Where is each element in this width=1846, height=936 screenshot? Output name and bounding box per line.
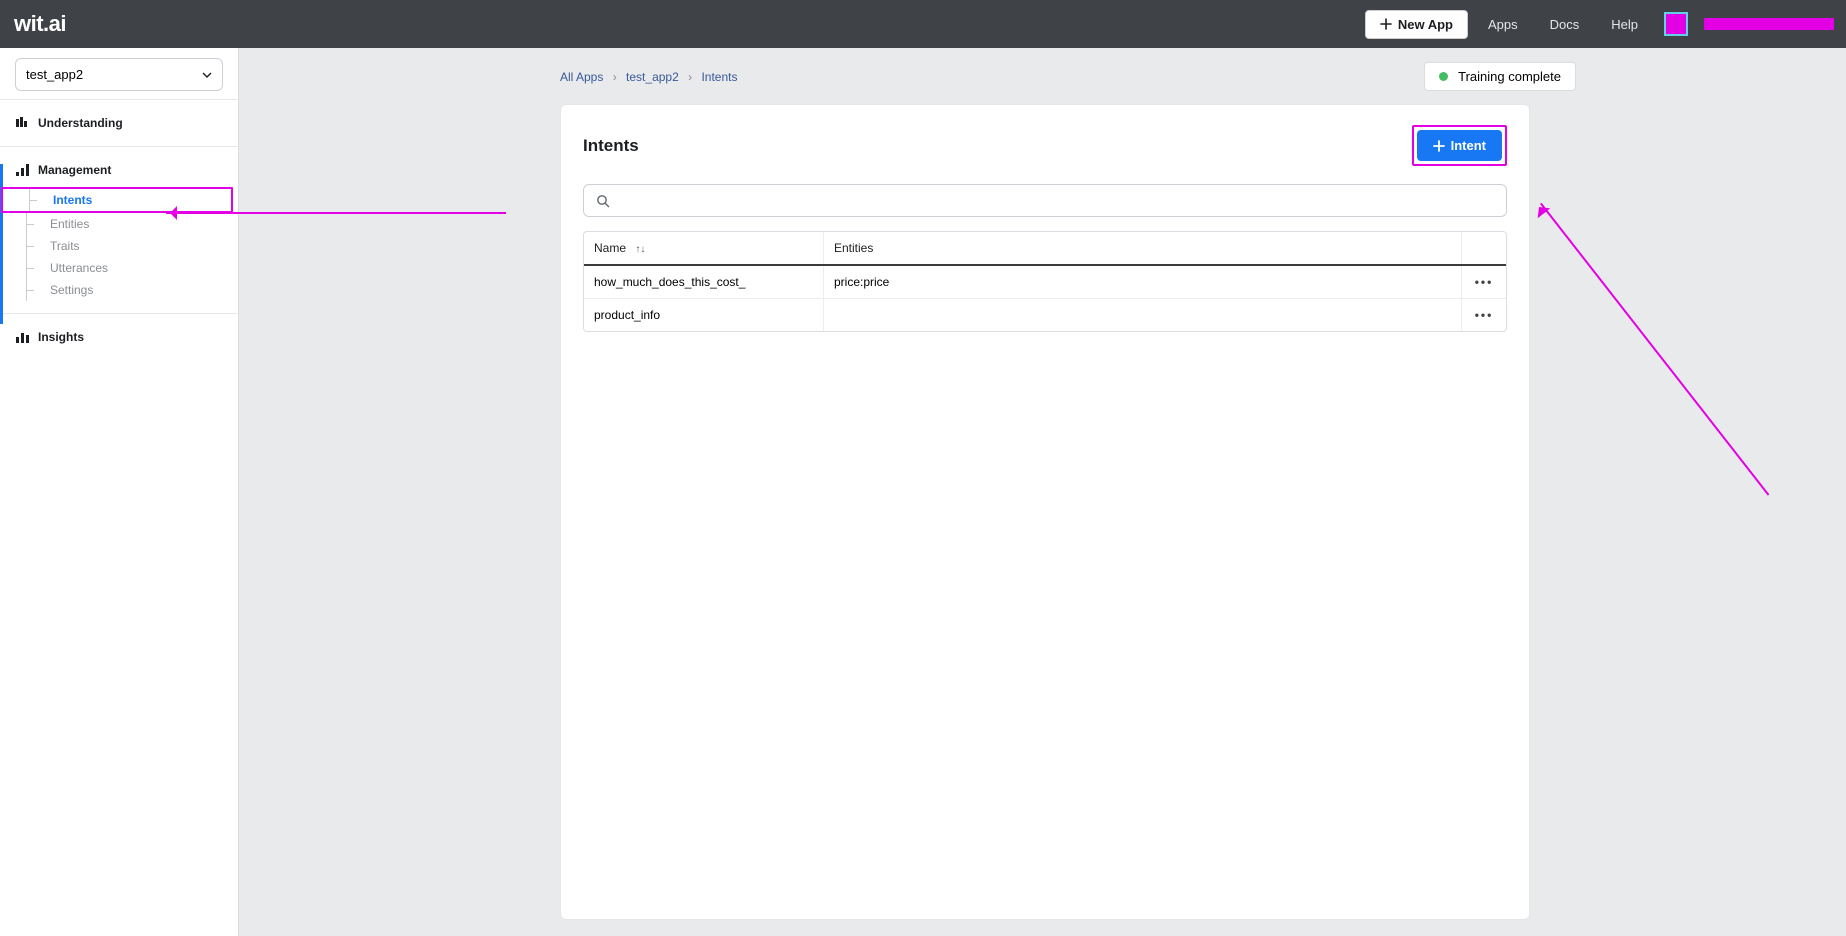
column-entities-label: Entities	[834, 241, 873, 255]
insights-label: Insights	[38, 330, 84, 344]
sidebar-item-utterances[interactable]: Utterances	[0, 257, 238, 279]
nav-help[interactable]: Help	[1599, 9, 1650, 40]
sidebar: test_app2 Understanding Management Inten	[0, 48, 239, 936]
more-icon[interactable]: •••	[1475, 308, 1494, 322]
username-redacted	[1704, 18, 1834, 30]
add-intent-button[interactable]: Intent	[1417, 130, 1502, 161]
insights-icon	[16, 331, 30, 343]
sidebar-item-label: Traits	[36, 239, 80, 253]
new-app-label: New App	[1398, 17, 1453, 32]
management-header[interactable]: Management	[0, 157, 238, 183]
page-title: Intents	[583, 136, 639, 156]
annotation-highlight: Intent	[1412, 125, 1507, 166]
breadcrumb-item[interactable]: All Apps	[560, 70, 603, 84]
sort-icon: ↑↓	[635, 244, 645, 255]
avatar[interactable]	[1664, 12, 1688, 36]
cell-name: how_much_does_this_cost_	[584, 266, 824, 298]
brand-logo[interactable]: wit.ai	[14, 11, 66, 37]
top-bar: wit.ai New App Apps Docs Help	[0, 0, 1846, 48]
status-dot-icon	[1439, 72, 1448, 81]
annotation-arrow	[1540, 204, 1542, 574]
breadcrumb-item[interactable]: Intents	[701, 70, 737, 84]
sidebar-item-traits[interactable]: Traits	[0, 235, 238, 257]
column-entities[interactable]: Entities	[824, 232, 1462, 264]
sidebar-item-label: Settings	[36, 283, 93, 297]
management-label: Management	[38, 163, 111, 177]
management-icon	[16, 164, 30, 176]
sidebar-item-label: Intents	[39, 193, 92, 207]
breadcrumb: All Apps › test_app2 › Intents	[560, 70, 737, 84]
status-text: Training complete	[1458, 69, 1561, 84]
breadcrumb-item[interactable]: test_app2	[626, 70, 679, 84]
management-items: Intents Entities Traits Utterances Setti…	[0, 183, 238, 303]
understanding-label: Understanding	[38, 116, 123, 130]
more-icon[interactable]: •••	[1475, 275, 1494, 289]
table-row[interactable]: product_info •••	[584, 298, 1506, 331]
sidebar-item-label: Entities	[36, 217, 89, 231]
search-icon	[596, 194, 610, 208]
plus-icon	[1380, 18, 1392, 30]
main-area: All Apps › test_app2 › Intents Training …	[239, 48, 1846, 936]
nav-docs[interactable]: Docs	[1538, 9, 1592, 40]
column-name-label: Name	[594, 241, 626, 255]
cell-name: product_info	[584, 299, 824, 331]
search-box[interactable]	[583, 184, 1507, 217]
topbar-right: New App Apps Docs Help	[1365, 9, 1834, 40]
understanding-icon	[16, 117, 30, 129]
intents-card: Intents Intent	[560, 104, 1530, 920]
add-intent-label: Intent	[1451, 138, 1486, 153]
sidebar-item-intents[interactable]: Intents	[1, 187, 233, 213]
new-app-button[interactable]: New App	[1365, 10, 1468, 39]
table-row[interactable]: how_much_does_this_cost_ price:price •••	[584, 266, 1506, 298]
section-insights[interactable]: Insights	[0, 313, 238, 360]
section-management: Management Intents Entities Traits Utter…	[0, 146, 238, 313]
search-input[interactable]	[618, 193, 1494, 208]
column-name[interactable]: Name ↑↓	[584, 232, 824, 264]
cell-entities: price:price	[824, 266, 1462, 298]
table-header: Name ↑↓ Entities	[584, 232, 1506, 266]
sidebar-item-settings[interactable]: Settings	[0, 279, 238, 301]
training-status: Training complete	[1424, 62, 1576, 91]
intents-table: Name ↑↓ Entities how_much_does_this_cost…	[583, 231, 1507, 332]
annotation-arrow	[166, 212, 506, 214]
column-actions	[1462, 232, 1506, 264]
sidebar-item-entities[interactable]: Entities	[0, 213, 238, 235]
sidebar-item-label: Utterances	[36, 261, 108, 275]
chevron-right-icon: ›	[688, 70, 692, 84]
cell-entities	[824, 299, 1462, 331]
nav-apps[interactable]: Apps	[1476, 9, 1530, 40]
section-understanding[interactable]: Understanding	[0, 99, 238, 146]
chevron-right-icon: ›	[613, 70, 617, 84]
plus-icon	[1433, 140, 1445, 152]
